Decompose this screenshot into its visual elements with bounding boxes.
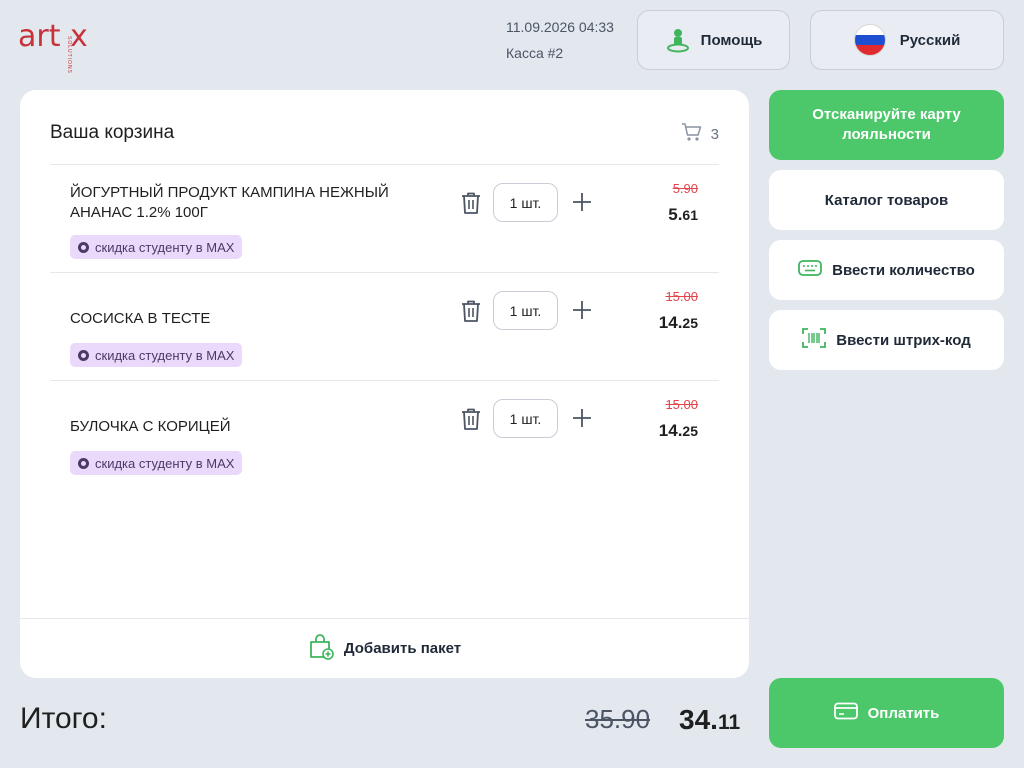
datetime: 11.09.2026 04:33 [506,19,614,35]
trash-icon[interactable] [460,191,482,215]
add-bag-label: Добавить пакет [343,640,462,657]
total-old-price: 35.90 [585,704,651,734]
cart-item: ЙОГУРТНЫЙ ПРОДУКТ КАМПИНА НЕЖНЫЙ АНАНАС … [50,164,719,272]
price-cents: 25 [682,315,698,331]
total-label: Итого: [20,702,107,735]
language-button[interactable]: Русский [810,10,1004,70]
plus-icon[interactable] [572,408,592,428]
max-icon [78,241,89,253]
add-bag-button[interactable]: Добавить пакет [20,618,749,678]
max-icon [78,457,89,469]
item-name: ЙОГУРТНЫЙ ПРОДУКТ КАМПИНА НЕЖНЫЙ АНАНАС … [70,184,389,221]
old-price: 5.90 [672,181,698,196]
quantity-field[interactable]: 1 шт. [493,399,558,438]
cart-item: БУЛОЧКА С КОРИЦЕЙ скидка студенту в MAX … [50,380,719,488]
item-price: 5.61 [668,205,698,225]
discount-badge: скидка студенту в MAX [70,451,243,475]
total-price: 34.11 [679,704,740,736]
help-label: Помощь [700,31,763,49]
price-integer: 14. [658,313,683,332]
logo-subtitle: SOLUTIONS [66,36,72,74]
enter-barcode-label: Ввести штрих-код [836,331,971,349]
total-integer: 34. [679,704,718,735]
shopping-bag-plus-icon [308,633,334,664]
cart-icon [681,122,703,146]
cart-count: 3 [681,122,719,146]
discount-label: скидка студенту в MAX [95,455,235,471]
discount-label: скидка студенту в MAX [95,239,235,255]
total-cents: 11 [717,711,741,734]
help-person-icon [665,27,691,53]
item-price: 14.25 [659,313,698,333]
enter-quantity-button[interactable]: Ввести количество [769,240,1004,300]
price-cents: 25 [682,423,698,439]
scan-loyalty-card-button[interactable]: Отсканируйте карту лояльности [769,90,1004,160]
cart-items-list: ЙОГУРТНЫЙ ПРОДУКТ КАМПИНА НЕЖНЫЙ АНАНАС … [50,164,719,488]
logo-text: art x [18,19,88,54]
russia-flag-icon [853,24,886,56]
discount-label: скидка студенту в MAX [95,347,235,363]
old-price: 15.00 [665,289,698,304]
enter-quantity-label: Ввести количество [832,261,975,279]
item-name: СОСИСКА В ТЕСТЕ [70,310,211,327]
old-price: 15.00 [665,397,698,412]
help-button[interactable]: Помощь [637,10,790,70]
loyalty-label: Отсканируйте карту лояльности [812,106,961,143]
quantity-field[interactable]: 1 шт. [493,291,558,330]
cart-item: СОСИСКА В ТЕСТЕ скидка студенту в MAX 1 … [50,272,719,380]
max-icon [78,349,89,361]
pay-button[interactable]: Оплатить [769,678,1004,748]
trash-icon[interactable] [460,407,482,431]
keyboard-icon [798,259,823,281]
catalog-button[interactable]: Каталог товаров [769,170,1004,230]
plus-icon[interactable] [572,300,592,320]
trash-icon[interactable] [460,299,482,323]
cart-panel: Ваша корзина 3 ЙОГУРТНЫЙ ПРОДУКТ КАМПИНА… [20,90,749,678]
price-integer: 5. [668,205,683,224]
price-cents: 61 [682,207,698,223]
catalog-label: Каталог товаров [824,191,949,209]
pay-label: Оплатить [867,704,940,722]
register-info: 11.09.2026 04:33 Касса #2 [506,14,614,66]
discount-badge: скидка студенту в MAX [70,343,243,367]
quantity-field[interactable]: 1 шт. [493,183,558,222]
credit-card-icon [833,702,858,724]
item-price: 14.25 [659,421,698,441]
artix-logo: art x SOLUTIONS [18,14,98,74]
cart-title: Ваша корзина [50,122,175,143]
language-label: Русский [899,31,961,49]
enter-barcode-button[interactable]: Ввести штрих-код [769,310,1004,370]
register-name: Касса #2 [506,45,564,61]
barcode-icon [802,328,827,352]
item-name: БУЛОЧКА С КОРИЦЕЙ [70,418,231,435]
discount-badge: скидка студенту в MAX [70,235,243,259]
price-integer: 14. [658,421,683,440]
cart-count-value: 3 [710,125,719,143]
plus-icon[interactable] [572,192,592,212]
